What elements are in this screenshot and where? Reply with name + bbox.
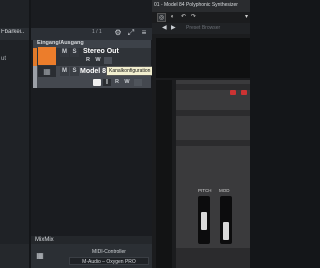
expand-icon[interactable]: ⤢: [126, 28, 136, 38]
dropdown-button[interactable]: [104, 57, 112, 64]
solo-button[interactable]: S: [70, 67, 79, 76]
solo-button[interactable]: S: [70, 48, 79, 57]
read-button[interactable]: R: [84, 57, 92, 64]
mute-button[interactable]: M: [60, 48, 69, 57]
synth-bottom-panel: [176, 248, 250, 268]
read-button[interactable]: R: [113, 79, 121, 86]
compare-icon[interactable]: ◐: [168, 13, 177, 22]
menu-icon[interactable]: ≡: [139, 28, 149, 38]
left-panel-label: ut: [1, 56, 7, 62]
undo-icon[interactable]: ↶: [179, 13, 188, 22]
dropdown-button[interactable]: [134, 79, 142, 86]
grid-icon[interactable]: ▦: [35, 251, 45, 261]
left-panel: [0, 0, 29, 268]
midi-controller-heading: MIDI-Controller: [92, 249, 126, 255]
pitch-wheel-handle[interactable]: [201, 212, 207, 230]
left-panel-title: Fbarkei..: [1, 29, 25, 35]
settings-icon[interactable]: ◎: [157, 13, 166, 22]
channel-icon[interactable]: [38, 47, 56, 65]
synth-control-panel: [176, 80, 250, 268]
synth-top-panel: [156, 38, 250, 78]
redo-icon[interactable]: ↷: [189, 13, 198, 22]
channel-name: Stereo Out: [83, 48, 119, 55]
pitch-label: PITCH: [198, 188, 212, 193]
left-panel-footer: [0, 244, 29, 268]
monitor-button[interactable]: [93, 79, 101, 86]
synth-toolbar: [152, 12, 250, 23]
folder-label: Eingang/Ausgang: [37, 40, 84, 46]
mix-label: MixMix: [35, 237, 54, 243]
chevron-right-icon[interactable]: ▶: [171, 24, 176, 31]
mixer-page-counter: 1 / 1: [92, 29, 102, 35]
preset-browser-field[interactable]: Preset Browser: [186, 25, 220, 31]
synth-led: [230, 90, 236, 95]
mod-wheel-handle[interactable]: [223, 222, 229, 240]
synth-title: 01 - Model 84 Polyphonic Synthesizer: [154, 2, 238, 8]
write-button[interactable]: W: [94, 57, 102, 64]
midi-controller-select[interactable]: M-Audio – Oxygen PRO: [69, 257, 149, 265]
synth-panel-strip: [176, 84, 250, 90]
channel-config-button[interactable]: ||: [103, 79, 111, 86]
synth-side-panel: [156, 80, 172, 268]
more-icon[interactable]: ▾: [243, 13, 250, 22]
channel-color-strip: [33, 66, 37, 88]
gear-icon[interactable]: ⚙: [113, 28, 123, 38]
mute-button[interactable]: M: [60, 67, 69, 76]
synth-panel-strip: [176, 110, 250, 116]
synth-led: [241, 90, 247, 95]
mod-label: MOD: [219, 188, 230, 193]
chevron-left-icon[interactable]: ◀: [162, 24, 167, 31]
instrument-icon[interactable]: ▦: [38, 66, 56, 77]
synth-panel-strip: [176, 140, 250, 146]
tooltip: Kanalkonfiguration: [106, 66, 154, 76]
channel-color-strip: [33, 48, 37, 66]
write-button[interactable]: W: [123, 79, 131, 86]
